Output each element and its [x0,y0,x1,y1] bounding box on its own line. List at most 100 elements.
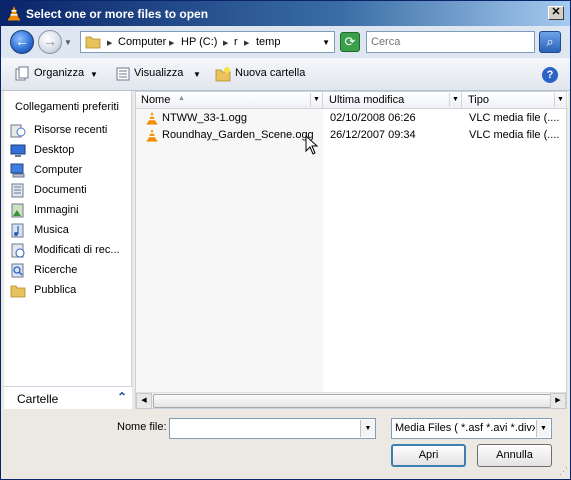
column-header-modified[interactable]: Ultima modifica ▼ [324,92,462,109]
documents-icon [11,183,24,198]
horizontal-scrollbar[interactable]: ◀ ▶ [136,392,566,409]
column-header-name[interactable]: Nome ▲ ▼ [136,92,323,109]
organize-dropdown-icon[interactable]: ▼ [90,70,98,79]
nav-item-pictures[interactable]: Immagini [7,201,129,220]
folders-label: Cartelle [17,392,59,406]
search-button[interactable]: ⌕ [539,31,561,53]
chevron-up-icon[interactable]: ⌃ [117,390,127,404]
cancel-button[interactable]: Annulla [477,444,552,467]
scrollbar-thumb[interactable] [153,394,551,408]
nav-item-label: Musica [34,224,69,236]
filter-dropdown-icon[interactable]: ▼ [536,420,550,437]
recent-places-icon [10,124,26,138]
nav-item-label: Computer [34,164,83,176]
file-modified: 02/10/2008 06:26 [330,112,416,124]
help-icon: ? [546,69,554,81]
back-arrow-icon: ← [15,33,29,49]
nav-item-documents[interactable]: Documenti [7,181,129,200]
column-header-label: Ultima modifica [329,94,405,106]
help-button[interactable]: ? [542,67,558,83]
nav-item-computer[interactable]: Computer [7,161,129,180]
searches-icon [11,263,24,278]
title-bar[interactable]: Select one or more files to open ✕ [1,1,570,26]
views-menu[interactable]: Visualizza [134,67,183,79]
nav-item-label: Immagini [34,204,79,216]
address-bar[interactable]: ▶ Computer ▶ HP (C:) ▶ r ▶ temp ▼ [80,31,335,53]
address-row: ← → ▼ ▶ Computer ▶ HP (C:) ▶ r ▶ temp ▼ … [1,26,570,58]
nav-item-searches[interactable]: Ricerche [7,261,129,280]
table-row[interactable]: Roundhay_Garden_Scene.ogg 26/12/2007 09:… [136,127,568,144]
music-icon [11,223,24,238]
refresh-icon: ⟳ [344,34,356,49]
filename-input[interactable] [169,418,376,439]
close-button[interactable]: ✕ [548,6,564,20]
breadcrumb-separator-icon[interactable]: ▶ [107,39,112,47]
table-row[interactable]: NTWW_33-1.ogg 02/10/2008 06:26 VLC media… [136,110,568,127]
back-button[interactable]: ← [10,30,34,54]
filename-dropdown-icon[interactable]: ▼ [360,420,375,437]
column-dropdown-icon[interactable]: ▼ [554,93,566,107]
new-folder-icon [215,67,231,82]
breadcrumb-computer[interactable]: Computer [118,36,166,48]
nav-item-label: Desktop [34,144,75,156]
breadcrumb-separator-icon[interactable]: ▶ [169,39,174,47]
search-input[interactable] [366,31,535,53]
nav-item-music[interactable]: Musica [7,221,129,240]
vlc-file-icon [146,128,158,142]
sort-ascending-icon: ▲ [178,95,185,102]
nav-item-label: Ricerche [34,264,78,276]
views-dropdown-icon[interactable]: ▼ [193,70,201,79]
favorites-header: Collegamenti preferiti [15,101,119,113]
scroll-right-button[interactable]: ▶ [550,393,566,409]
breadcrumb-separator-icon[interactable]: ▶ [244,39,249,47]
scroll-right-icon: ▶ [555,397,561,404]
recently-changed-icon [11,243,25,258]
close-icon: ✕ [551,6,561,18]
breadcrumb-drive[interactable]: HP (C:) [181,36,217,48]
nav-item-recently-changed[interactable]: Modificati di rec... [7,241,129,260]
folders-toggle[interactable]: Cartelle ⌃ [4,386,132,409]
column-dropdown-icon[interactable]: ▼ [449,93,461,107]
forward-arrow-icon: → [43,33,57,49]
nav-item-recent-places[interactable]: Risorse recenti [7,121,129,140]
file-type: VLC media file (.... [469,129,560,141]
column-header-type[interactable]: Tipo ▼ [463,92,567,109]
vlc-cone-icon [8,6,20,21]
file-list[interactable]: Nome ▲ ▼ Ultima modifica ▼ Tipo ▼ NTWW_3… [135,91,568,409]
open-button[interactable]: Apri [391,444,466,467]
desktop-icon [10,144,26,157]
public-folder-icon [10,285,26,298]
recent-pages-dropdown[interactable]: ▼ [64,38,72,47]
file-type-filter[interactable]: Media Files ( *.asf *.avi *.divx ▼ [391,418,552,439]
organize-menu[interactable]: Organizza [34,67,84,79]
column-header-row: Nome ▲ ▼ Ultima modifica ▼ Tipo ▼ [136,92,568,109]
forward-button[interactable]: → [38,30,62,54]
nav-item-desktop[interactable]: Desktop [7,141,129,160]
new-folder-button[interactable]: Nuova cartella [235,67,305,79]
nav-item-label: Modificati di rec... [34,244,120,256]
scroll-left-button[interactable]: ◀ [136,393,152,409]
refresh-button[interactable]: ⟳ [340,32,360,52]
file-type-filter-value: Media Files ( *.asf *.avi *.divx [395,422,535,434]
breadcrumb-separator-icon[interactable]: ▶ [223,39,228,47]
computer-icon [10,163,25,178]
nav-item-label: Risorse recenti [34,124,108,136]
column-header-label: Nome [141,94,171,106]
address-dropdown-icon[interactable]: ▼ [322,38,330,47]
organize-icon [15,66,29,81]
command-toolbar: Organizza ▼ Visualizza ▼ Nuova cartella … [1,58,570,91]
folder-icon [85,36,101,49]
views-icon [116,67,130,81]
file-name: Roundhay_Garden_Scene.ogg [162,129,314,141]
magnifier-icon: ⌕ [546,34,554,49]
breadcrumb-r[interactable]: r [234,36,238,48]
nav-item-label: Documenti [34,184,87,196]
scroll-left-icon: ◀ [141,397,147,404]
file-name: NTWW_33-1.ogg [162,112,247,124]
breadcrumb-temp[interactable]: temp [256,36,280,48]
resize-grip-icon[interactable]: ⋰ [559,466,568,477]
pictures-icon [11,203,24,218]
column-dropdown-icon[interactable]: ▼ [310,93,322,107]
nav-item-label: Pubblica [34,284,77,296]
nav-item-public[interactable]: Pubblica [7,281,129,300]
